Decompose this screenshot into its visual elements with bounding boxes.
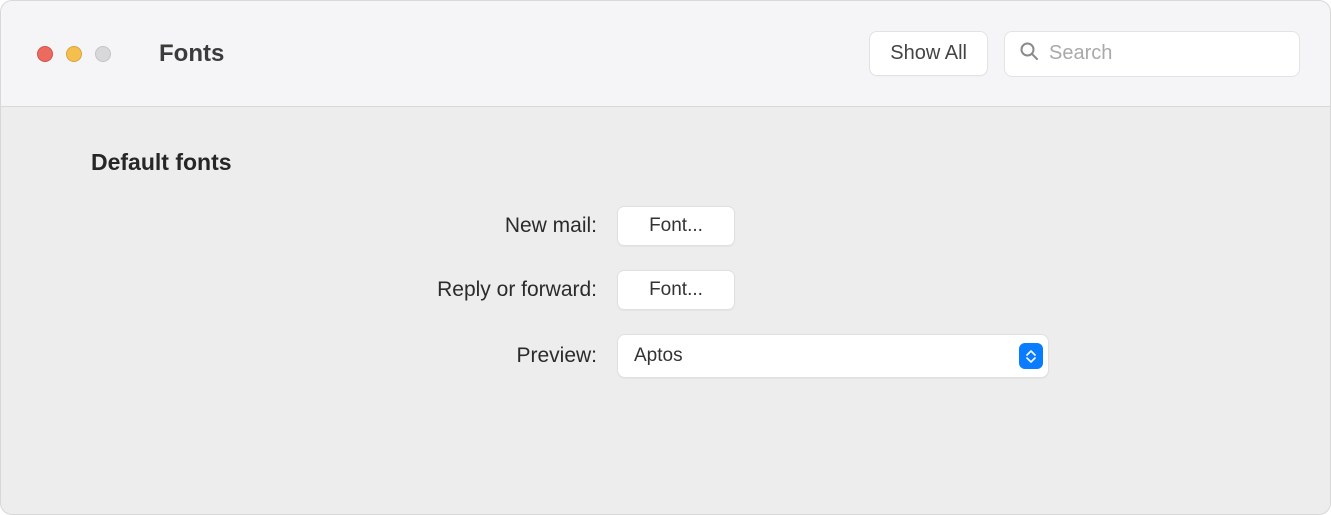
minimize-window-button[interactable] [66,46,82,62]
new-mail-label: New mail: [91,214,597,238]
preview-label: Preview: [91,344,597,368]
close-window-button[interactable] [37,46,53,62]
content-area: Default fonts New mail: Font... Reply or… [1,107,1330,514]
maximize-window-button [95,46,111,62]
traffic-lights [37,46,111,62]
window-title: Fonts [159,40,224,68]
preview-font-select[interactable]: Aptos [617,334,1049,378]
new-mail-font-button[interactable]: Font... [617,206,735,246]
row-reply-forward: Reply or forward: Font... [91,270,1240,310]
reply-forward-label: Reply or forward: [91,278,597,302]
reply-forward-font-button[interactable]: Font... [617,270,735,310]
titlebar: Fonts Show All [1,1,1330,107]
search-field-wrap[interactable] [1004,31,1300,77]
section-title: Default fonts [91,149,1240,176]
search-input[interactable] [1049,42,1285,65]
show-all-button[interactable]: Show All [869,31,988,76]
preview-font-select-wrap[interactable]: Aptos [617,334,1049,378]
row-new-mail: New mail: Font... [91,206,1240,246]
row-preview: Preview: Aptos [91,334,1240,378]
search-icon [1019,41,1039,66]
preferences-window: Fonts Show All Default fonts New mail: F… [0,0,1331,515]
